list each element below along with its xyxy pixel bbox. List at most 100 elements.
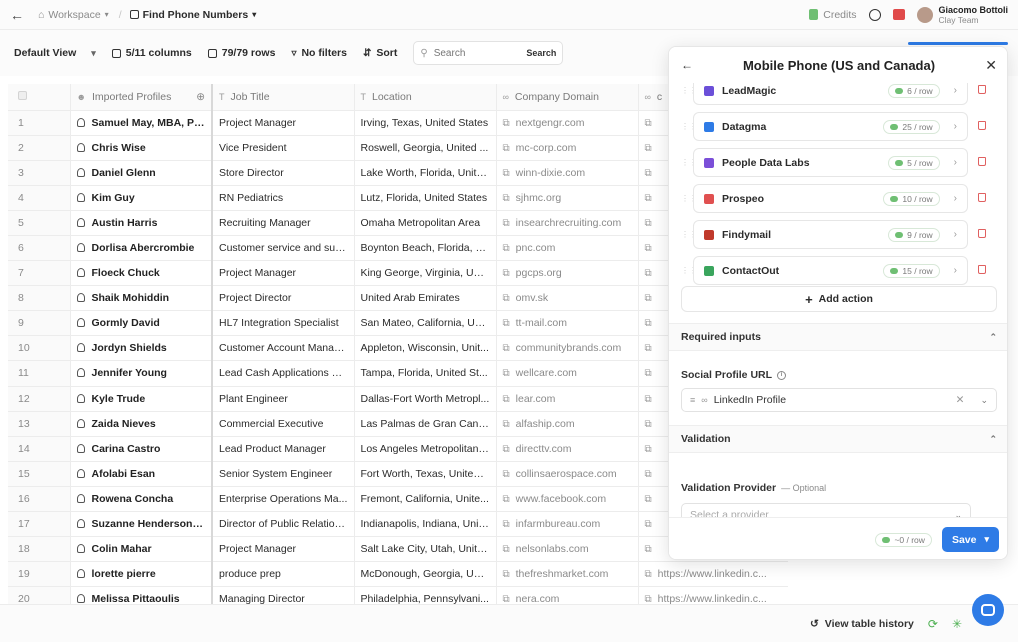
validation-section[interactable]: Validation ⌃	[669, 425, 1007, 453]
cell-company-domain[interactable]: ⧉ infarmbureau.com	[496, 511, 639, 538]
cell-job-title[interactable]: Enterprise Operations Ma...	[212, 486, 355, 513]
cell-imported-profile[interactable]: Chris Wise	[70, 135, 213, 161]
cell-job-title[interactable]: Commercial Executive	[212, 411, 355, 437]
arrow-left-icon[interactable]: ←	[681, 58, 701, 72]
auto-run-icon[interactable]: ✳	[952, 617, 962, 631]
cell-imported-profile[interactable]: Daniel Glenn	[70, 160, 213, 186]
cell-imported-profile[interactable]: Jennifer Young	[70, 360, 213, 387]
cell-company-domain[interactable]: ⧉ collinsaerospace.com	[496, 461, 639, 487]
cell-location[interactable]: Fort Worth, Texas, United ...	[354, 461, 497, 487]
cell-imported-profile[interactable]: Colin Mahar	[70, 536, 213, 563]
search-input[interactable]	[433, 47, 514, 59]
social-profile-field[interactable]: ≡ ∞ LinkedIn Profile ✕ ⌄	[681, 388, 997, 412]
cell-job-title[interactable]: Project Director	[212, 285, 355, 312]
cell-company-domain[interactable]: ⧉ alfaship.com	[496, 411, 639, 437]
cell-imported-profile[interactable]: Floeck Chuck	[70, 260, 213, 287]
cell-imported-profile[interactable]: Kyle Trude	[70, 386, 213, 412]
search-button[interactable]: Search	[526, 48, 556, 58]
cell-imported-profile[interactable]: Afolabi Esan	[70, 461, 213, 487]
cell-location[interactable]: Dallas-Fort Worth Metropl...	[354, 386, 497, 412]
cell-job-title[interactable]: Project Manager	[212, 260, 355, 287]
cell-location[interactable]: Lutz, Florida, United States	[354, 185, 497, 211]
cell-job-title[interactable]: Customer Account Manager	[212, 335, 355, 362]
cell-location[interactable]: Boynton Beach, Florida, U...	[354, 235, 497, 262]
cell-imported-profile[interactable]: Dorlisa Abercrombie	[70, 235, 213, 262]
info-icon[interactable]: i	[777, 370, 787, 380]
cell-job-title[interactable]: Recruiting Manager	[212, 210, 355, 236]
cell-location[interactable]: Indianapolis, Indiana, Unit...	[354, 511, 497, 538]
cell-location[interactable]: McDonough, Georgia, Unit...	[354, 561, 497, 588]
notification-icon[interactable]	[892, 9, 905, 20]
user-menu[interactable]: Giacomo Bottoli Clay Team	[916, 5, 1008, 25]
cell-job-title[interactable]: Project Manager	[212, 110, 355, 136]
cell-location[interactable]: Tampa, Florida, United St...	[354, 360, 497, 387]
cell-job-title[interactable]: Director of Public Relation...	[212, 511, 355, 538]
cell-company-domain[interactable]: ⧉ lear.com	[496, 386, 639, 412]
provider-card[interactable]: Datagma 25 / row ›	[693, 112, 968, 141]
provider-card[interactable]: Prospeo 10 / row ›	[693, 184, 968, 213]
cell-job-title[interactable]: Vice President	[212, 135, 355, 161]
cell-company-domain[interactable]: ⧉ thefreshmarket.com	[496, 561, 639, 588]
trash-icon[interactable]	[978, 85, 986, 94]
column-header-imported-profiles[interactable]: ☻ Imported Profiles ⊕	[70, 84, 213, 111]
cell-imported-profile[interactable]: Jordyn Shields	[70, 335, 213, 362]
cell-job-title[interactable]: HL7 Integration Specialist	[212, 310, 355, 337]
cell-job-title[interactable]: Lead Cash Applications C...	[212, 360, 355, 387]
table-row[interactable]: 20 Melissa Pittaoulis Managing Director Phi…	[8, 586, 788, 604]
arrow-left-icon[interactable]: ←	[10, 7, 26, 23]
cell-company-domain[interactable]: ⧉ omv.sk	[496, 285, 639, 312]
cell-company-domain[interactable]: ⧉ nextgengr.com	[496, 110, 639, 136]
cell-job-title[interactable]: produce prep	[212, 561, 355, 588]
provider-card[interactable]: People Data Labs 5 / row ›	[693, 148, 968, 177]
cell-job-title[interactable]: Senior System Engineer	[212, 461, 355, 487]
cell-location[interactable]: San Mateo, California, Uni...	[354, 310, 497, 337]
save-button[interactable]: Save ▾	[941, 527, 999, 552]
column-header-company-domain[interactable]: ∞ Company Domain	[496, 84, 639, 111]
cell-job-title[interactable]: Store Director	[212, 160, 355, 186]
cell-linkedin[interactable]: ⧉ https://www.linkedin.c...	[638, 586, 788, 604]
cell-job-title[interactable]: Customer service and sup...	[212, 235, 355, 262]
cell-imported-profile[interactable]: Carina Castro	[70, 436, 213, 462]
cell-imported-profile[interactable]: Zaida Nieves	[70, 411, 213, 437]
chevron-down-icon[interactable]: ⌄	[980, 395, 988, 406]
cell-company-domain[interactable]: ⧉ mc-corp.com	[496, 135, 639, 161]
provider-card[interactable]: Findymail 9 / row ›	[693, 220, 968, 249]
cell-imported-profile[interactable]: Gormly David	[70, 310, 213, 337]
cell-job-title[interactable]: Project Manager	[212, 536, 355, 563]
cell-location[interactable]: Lake Worth, Florida, Unite...	[354, 160, 497, 186]
provider-card[interactable]: ContactOut 15 / row ›	[693, 256, 968, 285]
cell-company-domain[interactable]: ⧉ www.facebook.com	[496, 486, 639, 513]
cell-company-domain[interactable]: ⧉ winn-dixie.com	[496, 160, 639, 186]
cell-location[interactable]: United Arab Emirates	[354, 285, 497, 312]
credits-button[interactable]: Credits	[809, 9, 857, 21]
trash-icon[interactable]	[978, 193, 986, 202]
cell-job-title[interactable]: Managing Director	[212, 586, 355, 604]
cell-imported-profile[interactable]: Suzanne Henderson, ...	[70, 511, 213, 538]
cell-company-domain[interactable]: ⧉ nera.com	[496, 586, 639, 604]
breadcrumb-workspace[interactable]: ⌂ Workspace ▾ /	[38, 9, 122, 21]
cell-company-domain[interactable]: ⧉ tt-mail.com	[496, 310, 639, 337]
cell-job-title[interactable]: Plant Engineer	[212, 386, 355, 412]
cell-company-domain[interactable]: ⧉ communitybrands.com	[496, 335, 639, 362]
cell-company-domain[interactable]: ⧉ pnc.com	[496, 235, 639, 262]
cell-company-domain[interactable]: ⧉ directtv.com	[496, 436, 639, 462]
trash-icon[interactable]	[978, 229, 986, 238]
trash-icon[interactable]	[978, 265, 986, 274]
cell-imported-profile[interactable]: lorette pierre	[70, 561, 213, 588]
cell-location[interactable]: Philadelphia, Pennsylvani...	[354, 586, 497, 604]
clear-icon[interactable]: ✕	[956, 394, 965, 406]
cell-location[interactable]: Irving, Texas, United States	[354, 110, 497, 136]
filters-button[interactable]: ▿ No filters	[291, 47, 347, 59]
view-selector[interactable]: Default View ▾	[14, 47, 96, 59]
columns-button[interactable]: 5/11 columns	[111, 47, 192, 59]
accent-button-edge[interactable]	[908, 42, 1008, 45]
cell-location[interactable]: Salt Lake City, Utah, Unite...	[354, 536, 497, 563]
column-header-location[interactable]: T Location	[354, 84, 497, 111]
cell-company-domain[interactable]: ⧉ sjhmc.org	[496, 185, 639, 211]
cell-location[interactable]: Appleton, Wisconsin, Unit...	[354, 335, 497, 362]
cell-imported-profile[interactable]: Austin Harris	[70, 210, 213, 236]
refresh-icon[interactable]: ⟳	[928, 617, 938, 631]
cell-location[interactable]: Roswell, Georgia, United ...	[354, 135, 497, 161]
column-header-job-title[interactable]: T Job Title	[212, 84, 355, 111]
cell-imported-profile[interactable]: Kim Guy	[70, 185, 213, 211]
